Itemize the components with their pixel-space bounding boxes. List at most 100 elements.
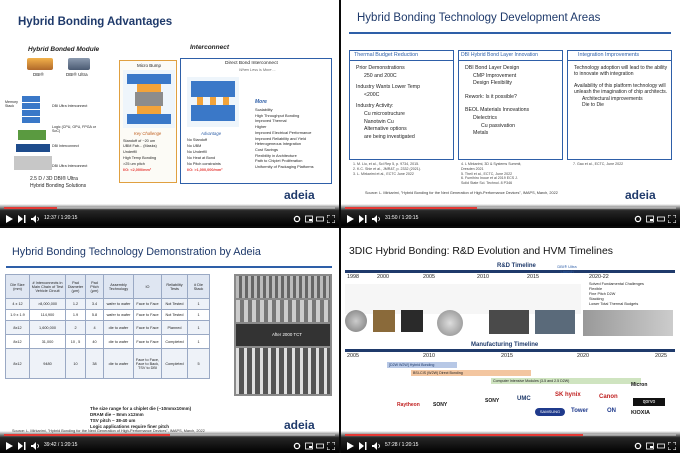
die-image <box>401 310 423 332</box>
list-item: Cu microstructure <box>364 110 405 117</box>
mfg-bar: Computer Intensive Modules (3-5 and 2.5 … <box>491 378 641 384</box>
volume-icon[interactable] <box>372 215 381 223</box>
dbi-ultra-launch: DBI® Ultra Launch <box>557 264 577 274</box>
mfg-year: 2020 <box>577 353 589 359</box>
settings-icon[interactable] <box>634 442 642 450</box>
interconnect-label: Interconnect <box>190 44 230 51</box>
fullscreen-icon[interactable] <box>668 215 676 223</box>
table-cell: wafer to wafer <box>103 298 134 310</box>
dbi-item: No Standoff <box>187 138 207 142</box>
progress-bar[interactable] <box>345 434 676 436</box>
table-cell: 10 , 5 <box>65 334 86 349</box>
next-icon[interactable] <box>18 215 26 223</box>
video-controls: 31:50 / 1:20:15 <box>341 204 680 226</box>
list-item: Metals <box>473 130 489 137</box>
table-cell: 1.2 <box>65 298 86 310</box>
video-panel-technology-demonstration[interactable]: Hybrid Bonding Technology Demonstration … <box>0 228 339 453</box>
progress-bar[interactable] <box>4 434 335 436</box>
list-item: are being investigated <box>364 133 415 140</box>
adeia-logo: adeia <box>284 418 315 432</box>
fullscreen-icon[interactable] <box>668 442 676 450</box>
wafer-image <box>345 310 367 332</box>
dbi-item: No Pitch constraints <box>187 162 221 166</box>
mfg-year: 2010 <box>423 353 435 359</box>
mb-item: UBM Fab... (Masks) <box>123 144 157 148</box>
table-header: # Interconnects in Main Chain of Test Ve… <box>29 274 66 299</box>
table-cell: 1.9 <box>65 309 86 321</box>
theater-icon[interactable] <box>657 442 665 450</box>
sem-image <box>236 276 330 298</box>
list-item: Prior Demonstrations <box>356 65 405 71</box>
settings-icon[interactable] <box>293 442 301 450</box>
licensee-logo: SAMSUNG <box>535 408 565 416</box>
settings-icon[interactable] <box>293 215 301 223</box>
mfg-bar: BSI-CIS (W2W) Direct Bonding <box>411 370 531 376</box>
licensee-logo: SK hynix <box>555 392 581 398</box>
table-cell: 4 <box>85 320 104 335</box>
time-display: 12:37 / 1:20:15 <box>44 215 78 221</box>
volume-icon[interactable] <box>31 215 40 223</box>
fullscreen-icon[interactable] <box>327 442 335 450</box>
column-bond-layer: DBI Hybrid Bond Layer Innovation DBI Bon… <box>458 50 563 160</box>
table-cell: 8x12 <box>5 334 30 349</box>
slide-title: Hybrid Bonding Technology Demonstration … <box>12 246 261 258</box>
direct-bond-diagram <box>187 77 239 127</box>
theater-icon[interactable] <box>316 215 324 223</box>
settings-icon[interactable] <box>634 215 642 223</box>
integration-list: Technology adoption will lead to the abi… <box>574 65 670 108</box>
progress-bar[interactable] <box>345 207 676 209</box>
licensee-logo: Raytheon <box>397 402 420 408</box>
licensee-logo: Canon <box>599 394 618 400</box>
video-controls: 12:37 / 1:20:15 <box>0 204 339 226</box>
mb-item: Underfill <box>123 150 137 154</box>
video-panel-timelines[interactable]: 3DIC Hybrid Bonding: R&D Evolution and H… <box>341 228 680 453</box>
progress-bar[interactable] <box>4 207 335 209</box>
mfg-year: 2015 <box>501 353 513 359</box>
thermal-list: Prior Demonstrations 250 and 200C Indust… <box>356 65 420 141</box>
next-icon[interactable] <box>359 215 367 223</box>
video-panel-hybrid-bonding-advantages[interactable]: Hybrid Bonding Advantages Hybrid Bonded … <box>0 0 339 226</box>
progress-fill <box>345 207 478 209</box>
play-icon[interactable] <box>6 215 13 223</box>
play-icon[interactable] <box>347 215 354 223</box>
micro-bump-box: Micro Bump Key Challenge Standoff of ~20… <box>119 60 177 183</box>
mfg-timeline-label: Manufacturing Timeline <box>471 342 539 348</box>
licensee-logo: Micron <box>631 382 648 388</box>
module-label: Hybrid Bonded Module <box>28 46 100 53</box>
fullscreen-icon[interactable] <box>327 215 335 223</box>
miniplayer-icon[interactable] <box>646 215 654 223</box>
next-icon[interactable] <box>359 442 367 450</box>
table-cell: 9480 <box>29 348 66 379</box>
table-cell: Not Tested <box>161 298 188 310</box>
list-item: Dielectrics <box>473 114 497 121</box>
list-item: Rework: Is it possible? <box>465 93 517 100</box>
list-item: Industry Activity: <box>356 103 394 110</box>
miniplayer-icon[interactable] <box>305 215 313 223</box>
play-icon[interactable] <box>347 442 354 450</box>
miniplayer-icon[interactable] <box>646 442 654 450</box>
volume-icon[interactable] <box>31 442 40 450</box>
column-heading: DBI Hybrid Bond Layer Innovation <box>461 52 539 58</box>
miniplayer-icon[interactable] <box>305 442 313 450</box>
micro-bump-diagram <box>123 70 175 128</box>
direct-bond-box: Direct Bond Interconnect When Less is Mo… <box>180 58 332 184</box>
play-icon[interactable] <box>6 442 13 450</box>
volume-icon[interactable] <box>372 442 381 450</box>
sem-image <box>489 310 529 334</box>
cross-section-images: After 2000 TCT <box>234 274 332 396</box>
next-icon[interactable] <box>18 442 26 450</box>
title-rule <box>6 266 332 268</box>
references-3: 7. Gao et al., ECTC, June 2022 <box>573 162 623 166</box>
video-panel-development-areas[interactable]: Hybrid Bonding Technology Development Ar… <box>341 0 680 226</box>
table-cell: Planned <box>161 320 188 335</box>
table-cell: 31,000 <box>29 334 66 349</box>
more-list: Scalability High Throughput Bonding Impr… <box>255 107 314 170</box>
table-cell: 1 <box>187 298 210 310</box>
slide-title: 3DIC Hybrid Bonding: R&D Evolution and H… <box>349 246 613 257</box>
table-header: IO <box>133 274 162 299</box>
table-cell: 5 <box>187 348 210 379</box>
theater-icon[interactable] <box>657 215 665 223</box>
table-cell: Face to Face <box>133 309 162 321</box>
theater-icon[interactable] <box>316 442 324 450</box>
licensee-logo: ON <box>607 408 616 414</box>
